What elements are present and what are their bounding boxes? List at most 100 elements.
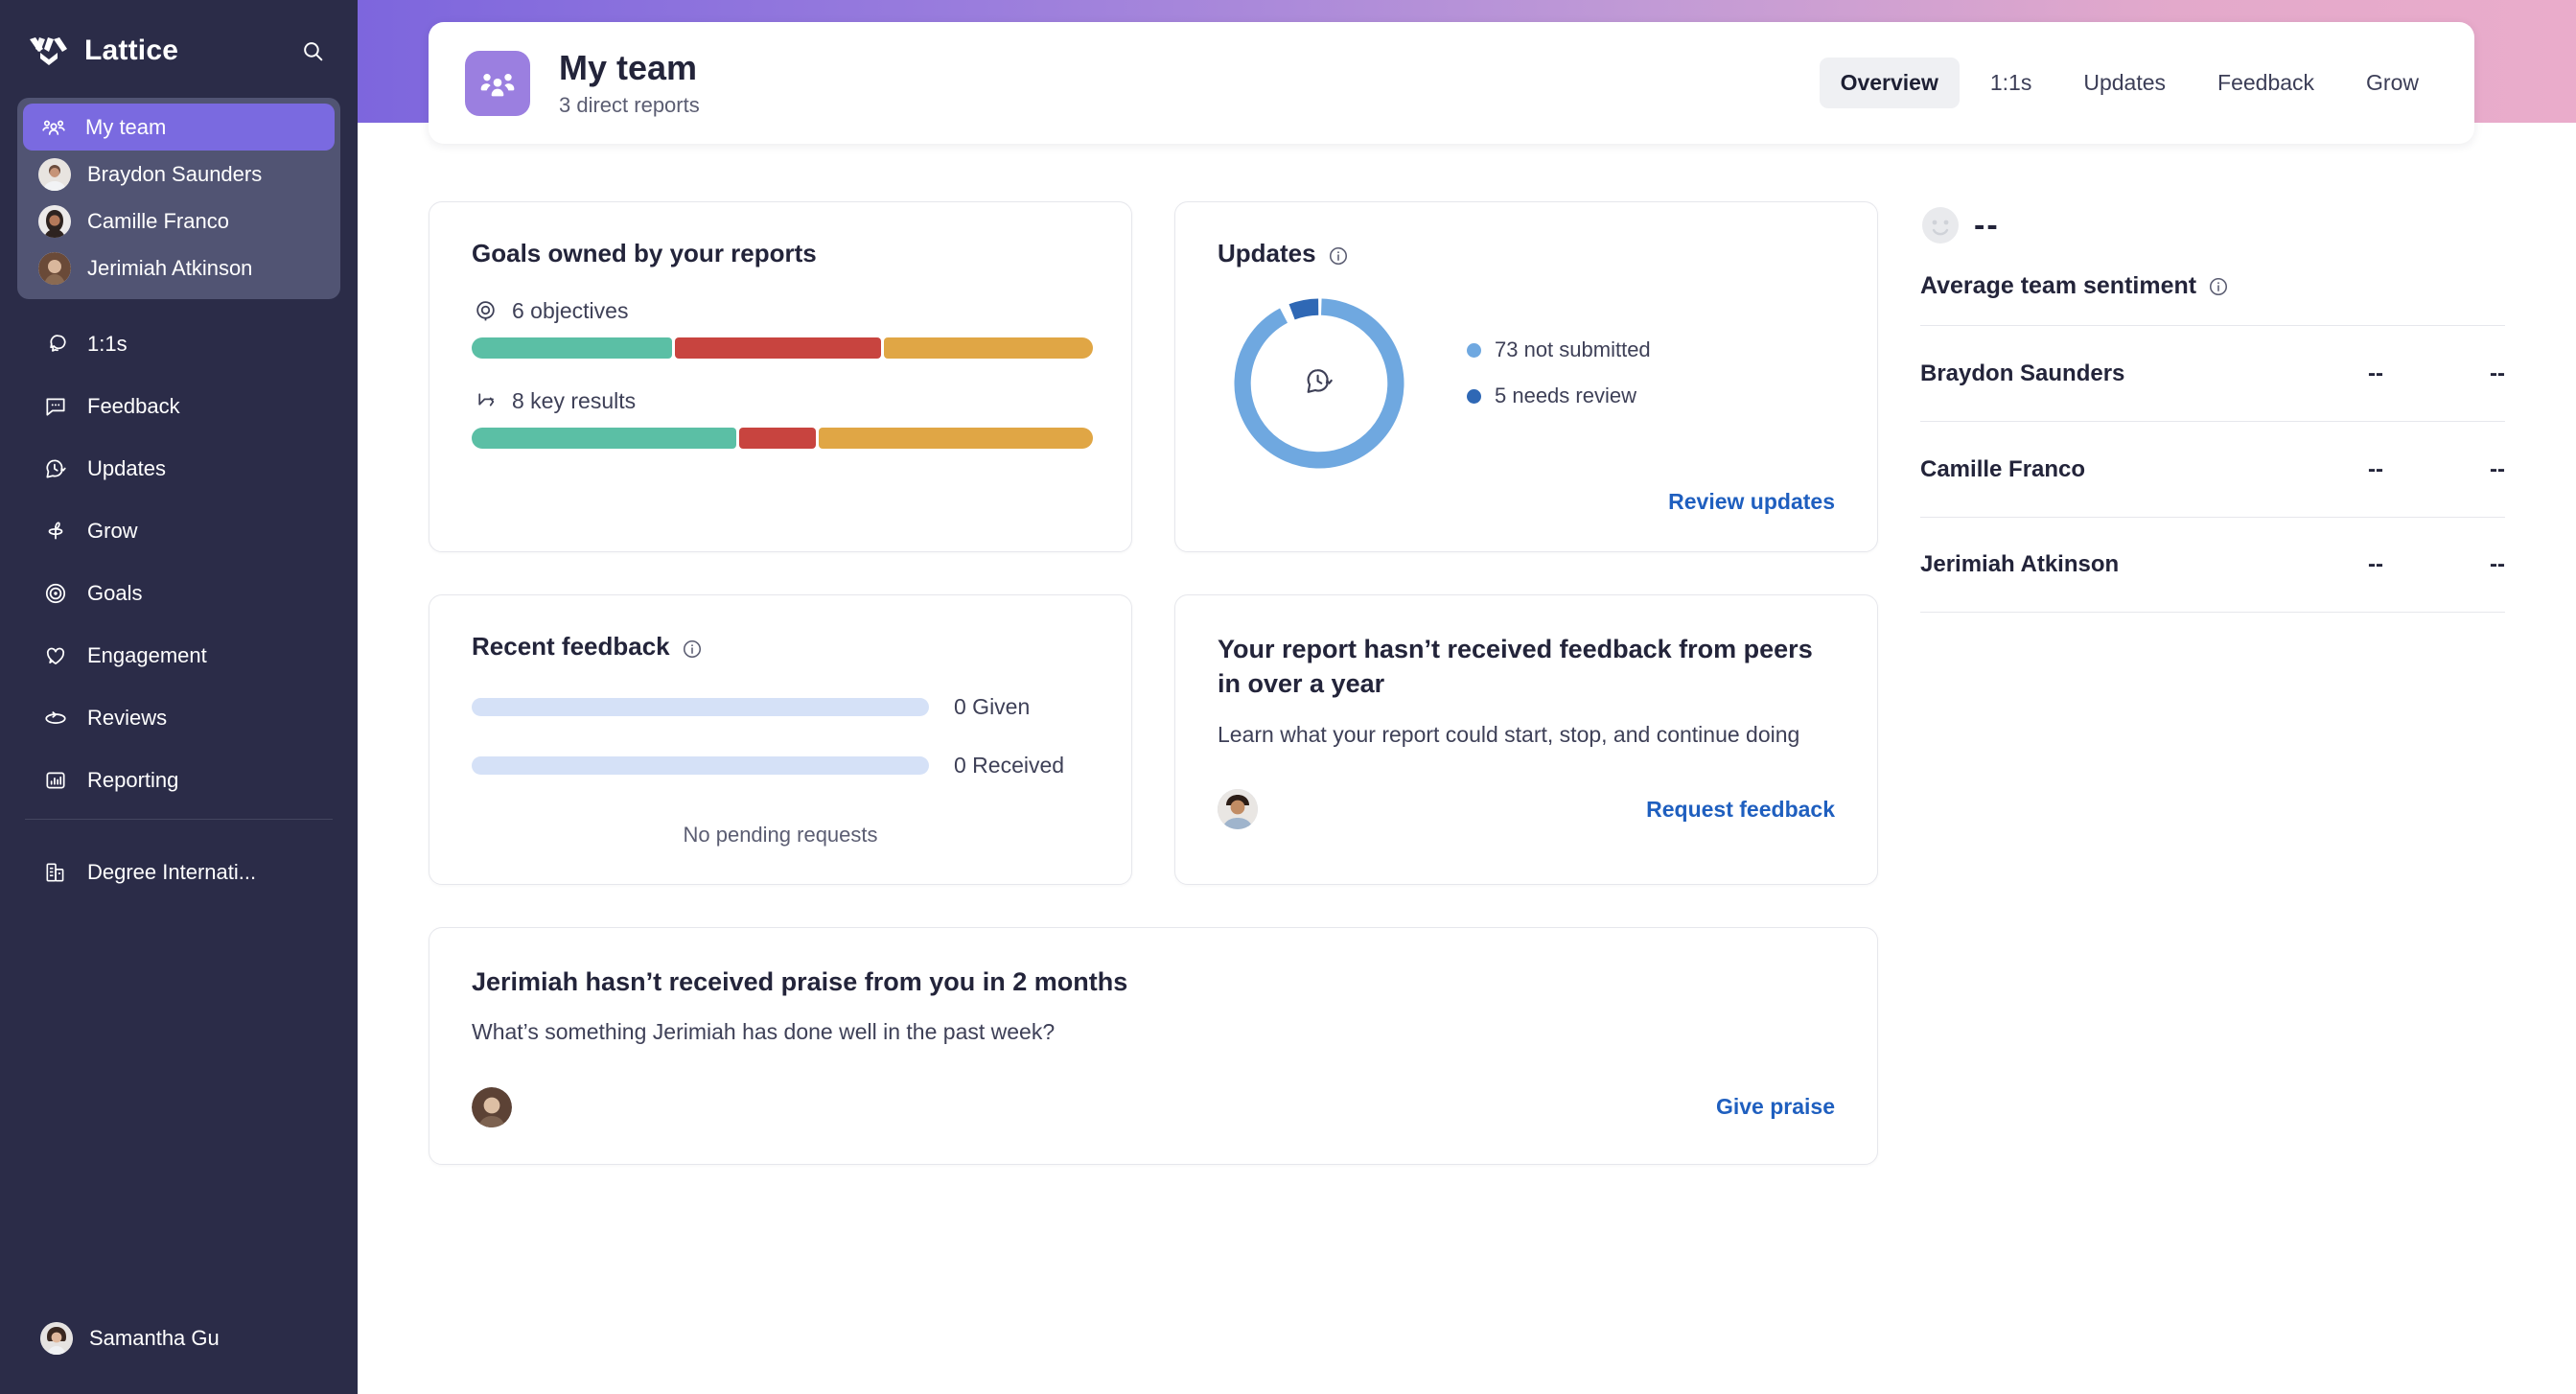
cards-row-2: Recent feedback 0 Given <box>429 594 1878 885</box>
clock-bubble-icon <box>40 453 71 484</box>
tab-feedback[interactable]: Feedback <box>2196 58 2335 108</box>
sidebar-item-organization[interactable]: Degree Internati... <box>23 841 335 903</box>
feedback-given-bar <box>472 698 929 716</box>
sidebar-user-label: Samantha Gu <box>89 1326 220 1351</box>
give-praise-link[interactable]: Give praise <box>1716 1094 1835 1120</box>
avatar <box>40 1322 73 1355</box>
sidebar-current-user[interactable]: Samantha Gu <box>23 1310 335 1367</box>
dashboard-main-column: Goals owned by your reports 6 objectives <box>429 201 1878 1394</box>
sidebar-nav: 1:1s Feedback Updates <box>0 313 358 811</box>
target-icon <box>40 578 71 609</box>
key-results-row: 8 key results <box>472 387 1089 414</box>
objectives-label: 6 objectives <box>512 298 628 324</box>
feedback-empty-state: No pending requests <box>472 823 1089 848</box>
avatar <box>38 205 71 238</box>
info-icon[interactable] <box>1328 244 1349 265</box>
key-results-segment-on-track <box>472 428 736 449</box>
tab-1-1s[interactable]: 1:1s <box>1969 58 2053 108</box>
avatar <box>38 158 71 191</box>
tab-updates[interactable]: Updates <box>2062 58 2187 108</box>
tab-overview[interactable]: Overview <box>1820 58 1960 108</box>
feedback-received-row: 0 Received <box>472 753 1089 778</box>
sidebar-item-goals[interactable]: Goals <box>23 562 335 624</box>
table-row[interactable]: Braydon Saunders -- -- <box>1920 325 2505 421</box>
updates-title-text: Updates <box>1218 239 1316 268</box>
sentiment-summary: -- <box>1920 205 2505 245</box>
sidebar-item-engagement[interactable]: Engagement <box>23 624 335 686</box>
page-header-text: My team 3 direct reports <box>559 48 700 118</box>
sidebar-item-label: Camille Franco <box>87 209 229 234</box>
table-row[interactable]: Camille Franco -- -- <box>1920 421 2505 517</box>
brand[interactable]: Lattice <box>29 35 178 67</box>
sidebar-footer: Samantha Gu <box>0 1310 358 1394</box>
bar-chart-icon <box>40 765 71 796</box>
legend-label: 5 needs review <box>1495 383 1636 408</box>
objectives-segment-on-track <box>472 337 672 359</box>
sidebar-item-braydon-saunders[interactable]: Braydon Saunders <box>23 151 335 197</box>
goals-card-title: Goals owned by your reports <box>472 239 1089 268</box>
updates-legend: 73 not submitted 5 needs review <box>1467 337 1651 430</box>
avatar <box>38 252 71 285</box>
table-row[interactable]: Jerimiah Atkinson -- -- <box>1920 517 2505 613</box>
sidebar-item-grow[interactable]: Grow <box>23 500 335 562</box>
cards-row-1: Goals owned by your reports 6 objectives <box>429 201 1878 552</box>
sidebar-item-updates[interactable]: Updates <box>23 437 335 500</box>
feedback-received-label: 0 Received <box>954 753 1064 778</box>
sentiment-row-name: Camille Franco <box>1920 456 2085 483</box>
avatar <box>472 1087 512 1127</box>
sidebar-item-jerimiah-atkinson[interactable]: Jerimiah Atkinson <box>23 244 335 291</box>
objectives-progress-bar <box>472 337 1093 359</box>
goals-card: Goals owned by your reports 6 objectives <box>429 201 1132 552</box>
sidebar-item-label: My team <box>85 115 166 140</box>
updates-chart-area: 73 not submitted 5 needs review <box>1218 293 1835 474</box>
feedback-received-bar <box>472 756 929 775</box>
page-header: My team 3 direct reports Overview 1:1s U… <box>429 22 2474 144</box>
sidebar-item-feedback[interactable]: Feedback <box>23 375 335 437</box>
sidebar-item-label: Updates <box>87 456 166 481</box>
sentiment-row-name: Jerimiah Atkinson <box>1920 551 2119 578</box>
sentiment-label: Average team sentiment <box>1920 272 2196 300</box>
info-icon[interactable] <box>2208 276 2229 297</box>
updates-card-title: Updates <box>1218 239 1835 268</box>
sentiment-row-value-1: -- <box>2304 551 2448 578</box>
request-feedback-link[interactable]: Request feedback <box>1646 797 1835 823</box>
recent-feedback-title: Recent feedback <box>472 632 1089 662</box>
sidebar-item-label: Degree Internati... <box>87 860 256 885</box>
praise-card-body: What’s something Jerimiah has done well … <box>472 1016 1835 1048</box>
objectives-segment-progressing <box>884 337 1093 359</box>
objectives-row: 6 objectives <box>472 297 1089 324</box>
page-subtitle: 3 direct reports <box>559 93 700 118</box>
heart-icon <box>40 640 71 671</box>
sentiment-rows: Braydon Saunders -- -- Camille Franco --… <box>1920 325 2505 613</box>
sidebar-item-reporting[interactable]: Reporting <box>23 749 335 811</box>
sidebar-divider <box>25 819 333 820</box>
recent-feedback-card: Recent feedback 0 Given <box>429 594 1132 885</box>
brand-name: Lattice <box>84 35 178 67</box>
speech-dots-icon <box>40 391 71 422</box>
legend-label: 73 not submitted <box>1495 337 1651 362</box>
sidebar-org-section: Degree Internati... <box>0 841 358 903</box>
info-icon[interactable] <box>682 637 703 658</box>
avatar <box>1218 789 1258 829</box>
peer-feedback-title: Your report hasn’t received feedback fro… <box>1218 632 1835 702</box>
lattice-logo-icon <box>29 36 69 65</box>
sidebar-item-camille-franco[interactable]: Camille Franco <box>23 197 335 244</box>
key-results-label: 8 key results <box>512 388 636 414</box>
legend-dot <box>1467 389 1481 404</box>
people-group-icon <box>465 51 530 116</box>
feedback-given-label: 0 Given <box>954 694 1030 720</box>
sentiment-row-name: Braydon Saunders <box>1920 360 2124 387</box>
sidebar-item-label: Feedback <box>87 394 180 419</box>
sentiment-value: -- <box>1974 207 2000 244</box>
sidebar-item-reviews[interactable]: Reviews <box>23 686 335 749</box>
search-icon[interactable] <box>294 33 331 69</box>
building-icon <box>40 857 71 888</box>
lattice-app: Lattice My team <box>0 0 2576 1394</box>
sidebar-item-my-team[interactable]: My team <box>23 104 335 151</box>
sidebar-item-1-1s[interactable]: 1:1s <box>23 313 335 375</box>
tab-grow[interactable]: Grow <box>2345 58 2440 108</box>
updates-card-footer: Review updates <box>1218 489 1835 515</box>
review-updates-link[interactable]: Review updates <box>1668 489 1835 515</box>
sidebar-item-label: Engagement <box>87 643 207 668</box>
dashboard-body: Goals owned by your reports 6 objectives <box>358 144 2576 1394</box>
